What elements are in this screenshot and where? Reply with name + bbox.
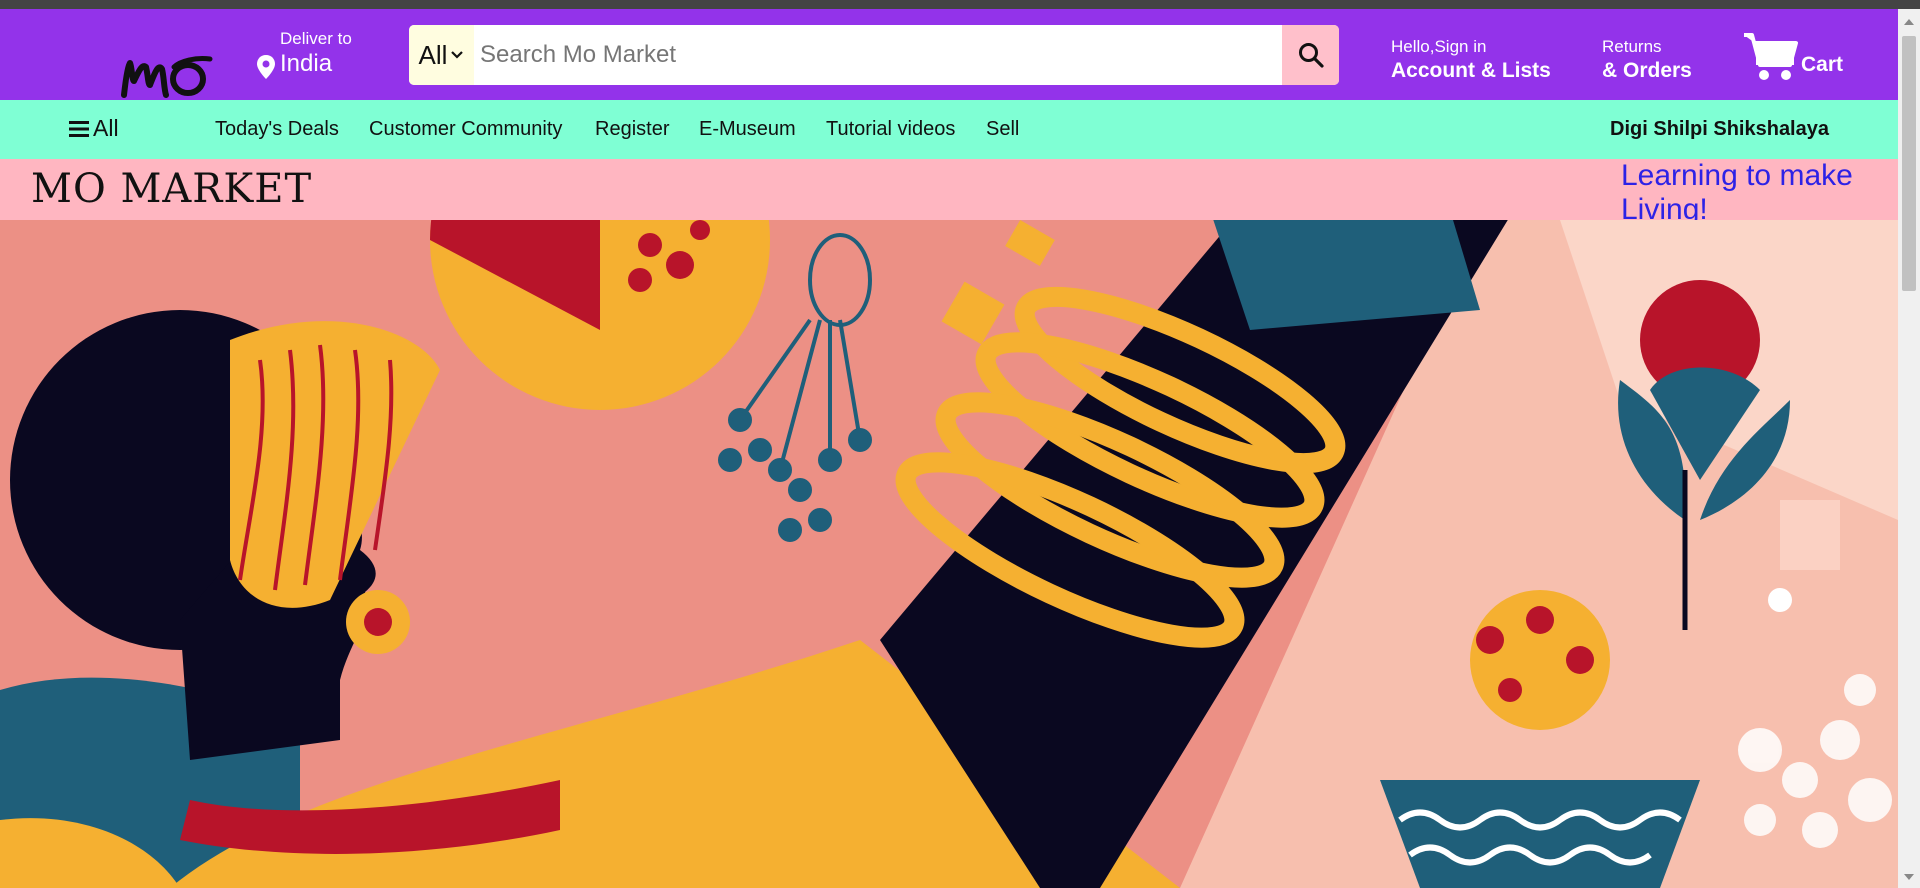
orders-label: & Orders [1602,59,1692,82]
hamburger-icon [69,120,89,137]
nav-customer-community[interactable]: Customer Community [369,118,562,141]
returns-orders-link[interactable]: Returns & Orders [1602,37,1692,83]
location-pin-icon [257,55,275,79]
market-banner: MO MARKET Learning to make Living! [0,159,1898,226]
secondary-nav: All Today's Deals Customer Community Reg… [0,100,1898,159]
browser-top-strip [0,0,1920,9]
search-icon [1298,43,1324,68]
page-scrollbar[interactable] [1898,9,1920,888]
search-bar: All [409,25,1339,85]
hero-image [0,220,1898,888]
scrollbar-thumb[interactable] [1902,36,1916,291]
nav-e-museum[interactable]: E-Museum [699,118,796,141]
all-menu-label: All [93,115,119,141]
cart-label: Cart [1801,53,1844,76]
hero-illustration [0,220,1898,888]
all-menu-button[interactable]: All [69,115,119,142]
returns-label: Returns [1602,37,1662,56]
search-category-select[interactable]: All [409,25,474,85]
scroll-up-arrow[interactable] [1904,19,1914,25]
nav-register[interactable]: Register [595,118,669,141]
cart-icon [1744,33,1798,80]
nav-tutorial-videos[interactable]: Tutorial videos [826,118,955,141]
scroll-down-arrow[interactable] [1904,874,1914,880]
cart-button[interactable]: Cart [1742,31,1862,87]
nav-digi-shilpi-shikshalaya[interactable]: Digi Shilpi Shikshalaya [1610,118,1829,141]
chevron-down-icon [451,51,464,59]
mo-logo[interactable] [118,37,218,105]
nav-todays-deals[interactable]: Today's Deals [215,118,339,141]
search-button[interactable] [1282,25,1339,85]
top-navbar: Deliver to India All Hello,Sign in Accou… [0,9,1898,100]
nav-sell[interactable]: Sell [986,118,1019,141]
deliver-label: Deliver to [280,29,352,48]
tagline-link[interactable]: Learning to make Living! [1621,159,1881,227]
page-title: MO MARKET [31,166,313,212]
account-menu[interactable]: Hello,Sign in Account & Lists [1391,37,1551,83]
account-greeting: Hello,Sign in [1391,37,1487,56]
deliver-location: India [280,50,333,77]
search-category-label: All [418,39,448,70]
search-input[interactable] [474,25,1282,85]
account-label: Account & Lists [1391,59,1551,82]
